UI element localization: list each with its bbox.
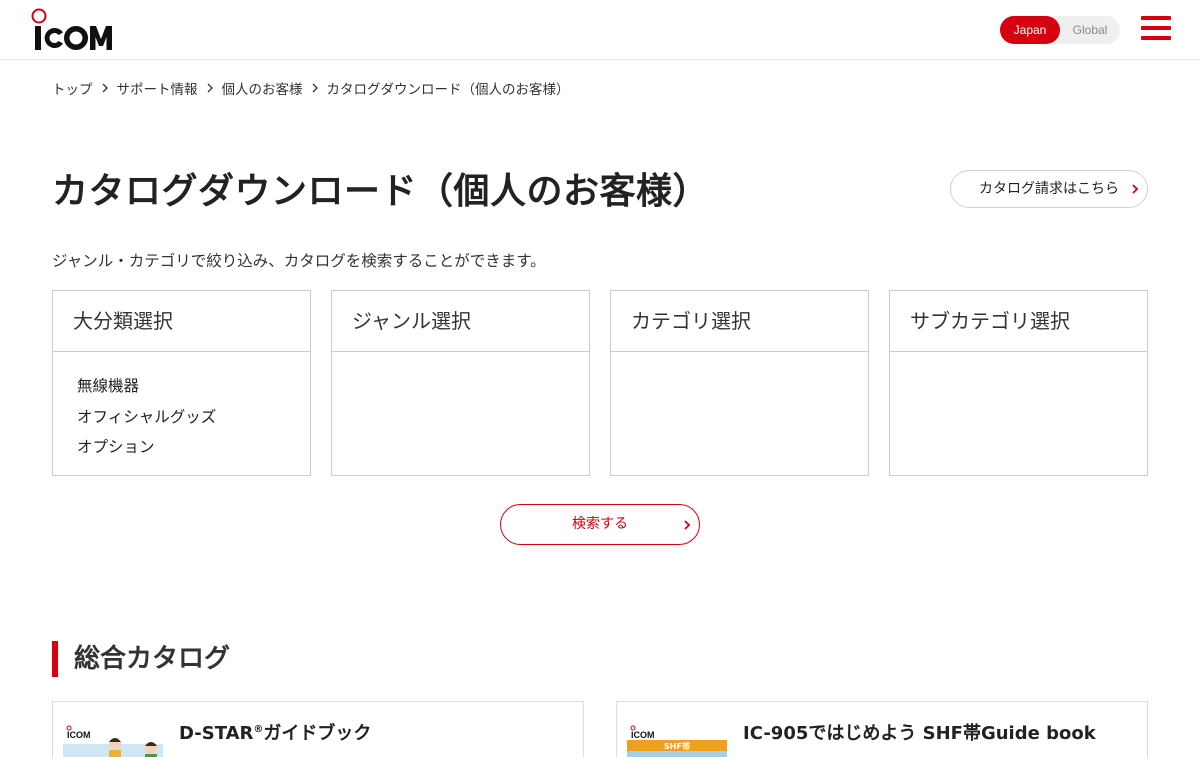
option-options[interactable]: オプション — [77, 432, 310, 463]
catalog-card-dstar[interactable]: ICOM D-STAR®ガイドブック — [52, 701, 584, 757]
chevron-right-icon — [684, 520, 691, 530]
ic905-guidebook-thumbnail-icon: ICOM SHF帯 — [627, 722, 727, 757]
catalog-request-link[interactable]: カタログ請求はこちら — [950, 170, 1148, 208]
page-lead-text: ジャンル・カテゴリで絞り込み、カタログを検索することができます。 — [52, 252, 546, 270]
panel-title: サブカテゴリ選択 — [890, 291, 1147, 352]
panel-title: 大分類選択 — [53, 291, 310, 352]
breadcrumb-support[interactable]: サポート情報 — [117, 78, 198, 98]
panel-subcategory: サブカテゴリ選択 — [889, 290, 1148, 476]
card-title-main: D-STAR — [179, 723, 254, 744]
panel-major-category: 大分類選択 無線機器 オフィシャルグッズ オプション — [52, 290, 311, 476]
option-official-goods[interactable]: オフィシャルグッズ — [77, 402, 310, 433]
breadcrumb-current: カタログダウンロード（個人のお客様） — [326, 82, 570, 98]
breadcrumb: トップ サポート情報 個人のお客様 カタログダウンロード（個人のお客様） — [52, 78, 570, 98]
hamburger-menu-icon[interactable] — [1141, 16, 1171, 44]
panel-genre: ジャンル選択 — [331, 290, 590, 476]
search-button[interactable]: 検索する — [500, 504, 700, 545]
thumb-logo-text: ICOM — [631, 730, 655, 740]
search-button-label: 検索する — [572, 516, 628, 532]
panel-list: 無線機器 オフィシャルグッズ オプション — [53, 352, 310, 463]
page-title: カタログダウンロード（個人のお客様） — [52, 171, 710, 212]
chevron-right-icon — [93, 78, 117, 98]
language-switch: Japan Global — [1000, 16, 1120, 44]
section-title: 総合カタログ — [52, 641, 230, 677]
lang-japan-button[interactable]: Japan — [1000, 16, 1060, 44]
chevron-right-icon — [303, 78, 327, 98]
icom-logo-icon — [31, 8, 112, 51]
panel-category: カテゴリ選択 — [610, 290, 869, 476]
panel-title: カテゴリ選択 — [611, 291, 868, 352]
dstar-guidebook-thumbnail-icon: ICOM — [63, 722, 163, 757]
option-radio-equipment[interactable]: 無線機器 — [77, 371, 310, 402]
catalog-card-title: D-STAR®ガイドブック — [179, 719, 371, 745]
chevron-right-icon — [1132, 184, 1139, 194]
panel-title: ジャンル選択 — [332, 291, 589, 352]
thumb-banner-text: SHF帯 — [664, 741, 690, 751]
panel-list — [890, 352, 1147, 371]
registered-mark: ® — [253, 724, 264, 735]
icom-logo[interactable] — [30, 8, 122, 52]
panel-list — [332, 352, 589, 371]
breadcrumb-top[interactable]: トップ — [52, 78, 93, 98]
catalog-card-title: IC-905ではじめよう SHF帯Guide book — [743, 723, 1096, 744]
card-title-suffix: ガイドブック — [263, 723, 372, 744]
thumb-logo-text: ICOM — [67, 730, 91, 740]
lang-global-button[interactable]: Global — [1060, 16, 1120, 44]
panel-list — [611, 352, 868, 371]
breadcrumb-personal[interactable]: 個人のお客様 — [222, 78, 303, 98]
site-header: Japan Global — [0, 0, 1200, 60]
catalog-thumbnail: ICOM — [63, 722, 163, 757]
catalog-card-ic905[interactable]: ICOM SHF帯 IC-905ではじめよう SHF帯Guide book — [616, 701, 1148, 757]
catalog-thumbnail: ICOM SHF帯 — [627, 722, 727, 757]
chevron-right-icon — [198, 78, 222, 98]
catalog-request-label: カタログ請求はこちら — [979, 181, 1119, 197]
